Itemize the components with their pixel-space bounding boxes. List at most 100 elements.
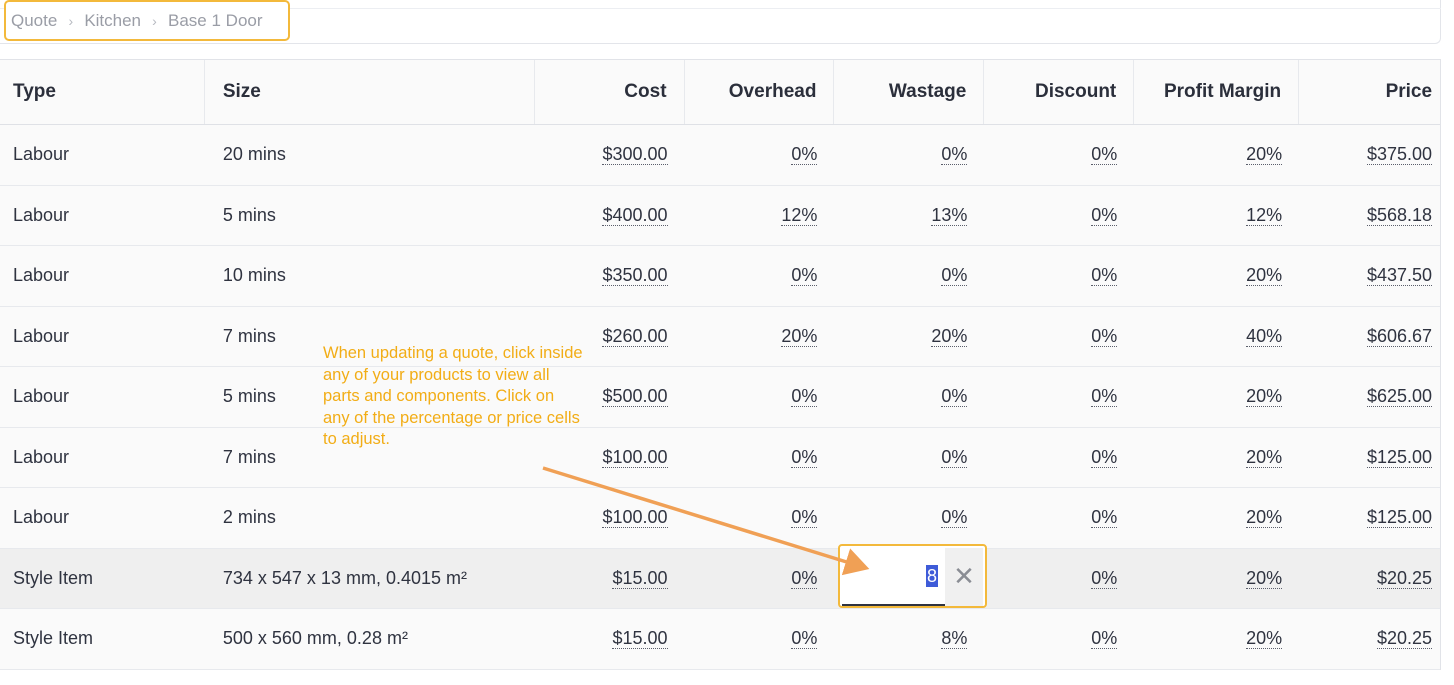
- cell-profit-margin[interactable]: 20%: [1134, 549, 1299, 609]
- cell-profit-margin-value[interactable]: 12%: [1246, 205, 1283, 226]
- cell-price[interactable]: $568.18: [1299, 186, 1440, 246]
- cell-discount-value[interactable]: 0%: [1091, 144, 1118, 166]
- cell-overhead[interactable]: 0%: [685, 609, 835, 669]
- cell-cost-value[interactable]: $400.00: [602, 205, 668, 226]
- cell-cost-value[interactable]: $15.00: [612, 628, 668, 650]
- cell-price-value[interactable]: $375.00: [1366, 144, 1433, 166]
- cell-wastage[interactable]: 0%: [834, 125, 984, 185]
- table-row[interactable]: Labour 20 mins $300.00 0% 0% 0% 20% $375.00: [0, 125, 1440, 186]
- cell-cost-value[interactable]: $300.00: [602, 144, 668, 166]
- column-header-size[interactable]: Size: [205, 60, 535, 124]
- cell-price-value[interactable]: $437.50: [1366, 265, 1433, 287]
- cell-wastage-value[interactable]: 0%: [941, 144, 968, 166]
- cell-overhead[interactable]: 0%: [685, 488, 835, 548]
- cell-discount[interactable]: 0%: [984, 609, 1134, 669]
- cell-discount[interactable]: 0%: [984, 367, 1134, 427]
- cell-profit-margin[interactable]: 20%: [1134, 246, 1299, 306]
- cell-wastage-value[interactable]: 0%: [941, 447, 968, 468]
- cell-profit-margin-value[interactable]: 20%: [1246, 447, 1283, 468]
- cell-discount-value[interactable]: 0%: [1091, 386, 1118, 408]
- cell-profit-margin-value[interactable]: 20%: [1246, 144, 1283, 166]
- cell-wastage[interactable]: 8%: [834, 609, 984, 669]
- cell-cost[interactable]: $300.00: [535, 125, 685, 185]
- breadcrumb-item-base-1-door[interactable]: Base 1 Door: [168, 11, 263, 31]
- cell-discount[interactable]: 0%: [984, 428, 1134, 488]
- cell-profit-margin[interactable]: 20%: [1134, 367, 1299, 427]
- wastage-input-wrapper[interactable]: 8 ✕: [842, 548, 983, 606]
- cell-overhead[interactable]: 0%: [685, 549, 835, 609]
- cell-profit-margin[interactable]: 20%: [1134, 125, 1299, 185]
- cell-discount[interactable]: 0%: [984, 307, 1134, 367]
- cell-wastage-value[interactable]: 0%: [941, 507, 968, 529]
- cell-profit-margin[interactable]: 20%: [1134, 609, 1299, 669]
- cell-overhead-value[interactable]: 0%: [791, 628, 818, 650]
- cell-price[interactable]: $20.25: [1299, 609, 1440, 669]
- cell-overhead[interactable]: 20%: [685, 307, 835, 367]
- cell-overhead[interactable]: 12%: [685, 186, 835, 246]
- cell-cost[interactable]: $100.00: [535, 488, 685, 548]
- cell-price-value[interactable]: $125.00: [1366, 447, 1433, 468]
- cell-discount-value[interactable]: 0%: [1091, 507, 1118, 529]
- cell-overhead[interactable]: 0%: [685, 125, 835, 185]
- cell-profit-margin-value[interactable]: 20%: [1246, 568, 1283, 589]
- cell-price[interactable]: $125.00: [1299, 428, 1440, 488]
- column-header-overhead[interactable]: Overhead: [685, 60, 835, 124]
- table-row[interactable]: Labour 2 mins $100.00 0% 0% 0% 20% $125.00: [0, 488, 1440, 549]
- cell-wastage[interactable]: 0%: [834, 428, 984, 488]
- cell-profit-margin-value[interactable]: 40%: [1246, 326, 1283, 347]
- cell-wastage[interactable]: 0%: [834, 246, 984, 306]
- cell-overhead[interactable]: 0%: [685, 246, 835, 306]
- cell-discount-value[interactable]: 0%: [1091, 326, 1118, 347]
- breadcrumb-item-kitchen[interactable]: Kitchen: [84, 11, 141, 31]
- cell-price-value[interactable]: $625.00: [1366, 386, 1433, 408]
- cell-wastage[interactable]: 13%: [834, 186, 984, 246]
- cell-price[interactable]: $606.67: [1299, 307, 1440, 367]
- cell-price[interactable]: $625.00: [1299, 367, 1440, 427]
- cell-price-value[interactable]: $606.67: [1366, 326, 1433, 347]
- table-row[interactable]: Style Item 500 x 560 mm, 0.28 m² $15.00 0% 8…: [0, 609, 1440, 670]
- cell-overhead-value[interactable]: 0%: [791, 568, 818, 589]
- cell-discount-value[interactable]: 0%: [1091, 447, 1118, 468]
- cell-cost[interactable]: $15.00: [535, 549, 685, 609]
- cell-price-value[interactable]: $125.00: [1366, 507, 1433, 529]
- cell-overhead-value[interactable]: 0%: [791, 386, 818, 408]
- cell-profit-margin-value[interactable]: 20%: [1246, 265, 1283, 287]
- column-header-discount[interactable]: Discount: [984, 60, 1135, 124]
- cell-profit-margin-value[interactable]: 20%: [1246, 386, 1283, 408]
- cell-discount[interactable]: 0%: [984, 125, 1134, 185]
- table-row[interactable]: Labour 7 mins $100.00 0% 0% 0% 20% $125.00: [0, 427, 1440, 488]
- cell-cost[interactable]: $400.00: [535, 186, 685, 246]
- cell-overhead-value[interactable]: 0%: [791, 447, 818, 468]
- cell-discount-value[interactable]: 0%: [1091, 628, 1118, 650]
- cell-wastage[interactable]: 20%: [834, 307, 984, 367]
- cell-cost[interactable]: $350.00: [535, 246, 685, 306]
- cell-price[interactable]: $20.25: [1299, 549, 1440, 609]
- cell-discount-value[interactable]: 0%: [1091, 265, 1118, 287]
- column-header-price[interactable]: Price: [1299, 60, 1440, 124]
- cell-overhead-value[interactable]: 0%: [791, 144, 818, 166]
- cell-discount[interactable]: 0%: [984, 488, 1134, 548]
- column-header-cost[interactable]: Cost: [535, 60, 685, 124]
- table-row[interactable]: Labour 5 mins $500.00 0% 0% 0% 20% $625.00: [0, 367, 1440, 428]
- cell-cost[interactable]: $15.00: [535, 609, 685, 669]
- table-row[interactable]: Labour 5 mins $400.00 12% 13% 0% 12% $568.18: [0, 185, 1440, 246]
- cell-price[interactable]: $125.00: [1299, 488, 1440, 548]
- wastage-input-value[interactable]: 8: [925, 565, 938, 587]
- cell-profit-margin[interactable]: 20%: [1134, 488, 1299, 548]
- cell-profit-margin-value[interactable]: 20%: [1246, 507, 1283, 529]
- cell-wastage-value[interactable]: 13%: [931, 205, 968, 226]
- cell-wastage-value[interactable]: 20%: [931, 326, 968, 347]
- cell-price-value[interactable]: $568.18: [1366, 205, 1433, 226]
- cell-discount-value[interactable]: 0%: [1091, 205, 1118, 226]
- cell-profit-margin[interactable]: 12%: [1134, 186, 1299, 246]
- clear-button[interactable]: ✕: [945, 548, 983, 606]
- cell-overhead-value[interactable]: 0%: [791, 507, 818, 529]
- cell-cost-value[interactable]: $350.00: [602, 265, 668, 287]
- column-header-wastage[interactable]: Wastage: [834, 60, 985, 124]
- cell-profit-margin-value[interactable]: 20%: [1246, 628, 1283, 650]
- table-row[interactable]: Style Item 734 x 547 x 13 mm, 0.4015 m² $1…: [0, 548, 1440, 609]
- cell-profit-margin[interactable]: 20%: [1134, 428, 1299, 488]
- cell-wastage-value[interactable]: 0%: [941, 265, 968, 287]
- cell-discount[interactable]: 0%: [984, 549, 1134, 609]
- cell-discount-value[interactable]: 0%: [1091, 568, 1118, 589]
